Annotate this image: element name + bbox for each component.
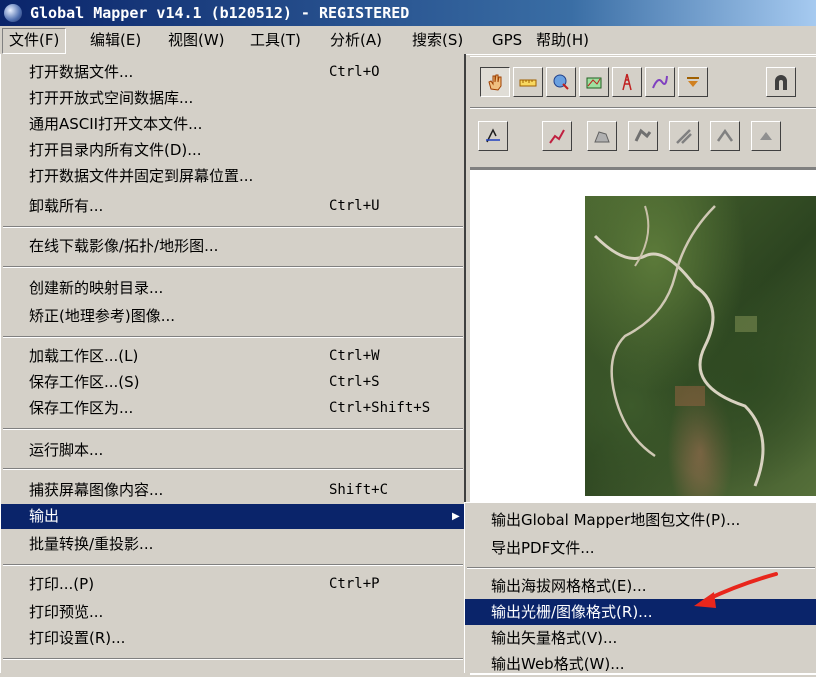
measure-ruler-icon[interactable] <box>513 67 543 97</box>
vertex-edit-icon[interactable] <box>478 121 508 151</box>
menu-print-setup[interactable]: 打印设置(R)... <box>1 626 465 651</box>
menu-file[interactable]: 文件(F) <box>2 28 67 54</box>
menu-gps[interactable]: GPS <box>486 28 528 52</box>
menu-unload-all[interactable]: 卸载所有... Ctrl+U <box>1 194 465 219</box>
menu-capture-screen[interactable]: 捕获屏幕图像内容... Shift+C <box>1 478 465 503</box>
move-icon[interactable] <box>751 121 781 151</box>
menu-save-workspace-as[interactable]: 保存工作区为... Ctrl+Shift+S <box>1 396 465 421</box>
menu-open-fixed-position[interactable]: 打开数据文件并固定到屏幕位置... <box>1 164 465 189</box>
menu-help[interactable]: 帮助(H) <box>530 28 595 52</box>
file-menu-dropdown: 打开数据文件... Ctrl+O 打开开放式空间数据库... 通用ASCII打开文… <box>0 54 466 673</box>
menu-batch-convert[interactable]: 批量转换/重投影... <box>1 532 465 557</box>
draw-area-icon[interactable] <box>587 121 617 151</box>
menu-separator <box>3 658 463 660</box>
draw-line-icon[interactable] <box>542 121 572 151</box>
menu-print[interactable]: 打印...(P) Ctrl+P <box>1 572 465 597</box>
submenu-arrow-icon: ▶ <box>452 511 460 522</box>
globe-icon <box>4 4 22 22</box>
menu-online-download[interactable]: 在线下载影像/拓扑/地形图... <box>1 234 465 259</box>
aerial-imagery <box>585 196 816 496</box>
submenu-export-pdf[interactable]: 导出PDF文件... <box>465 535 816 561</box>
menu-separator <box>3 226 463 228</box>
digitizer-icon[interactable] <box>579 67 609 97</box>
menu-create-catalog[interactable]: 创建新的映射目录... <box>1 276 465 301</box>
menu-separator <box>3 266 463 268</box>
submenu-export-vector[interactable]: 输出矢量格式(V)... <box>465 625 816 651</box>
window-title: Global Mapper v14.1 (b120512) - REGISTER… <box>30 4 410 22</box>
split-icon[interactable] <box>669 121 699 151</box>
menu-load-workspace[interactable]: 加载工作区...(L) Ctrl+W <box>1 344 465 369</box>
menu-run-script[interactable]: 运行脚本... <box>1 438 465 463</box>
feature-info-icon[interactable] <box>546 67 576 97</box>
menu-search[interactable]: 搜索(S) <box>406 28 469 52</box>
menu-rectify-image[interactable]: 矫正(地理参考)图像... <box>1 304 465 329</box>
toolbar-digitize <box>470 108 816 168</box>
menu-save-workspace[interactable]: 保存工作区...(S) Ctrl+S <box>1 370 465 395</box>
menu-bar: 文件(F) 编辑(E) 视图(W) 工具(T) 分析(A) 搜索(S) GPS … <box>0 26 816 55</box>
menu-open-ascii[interactable]: 通用ASCII打开文本文件... <box>1 112 465 137</box>
join-icon[interactable] <box>710 121 740 151</box>
menu-print-preview[interactable]: 打印预览... <box>1 600 465 625</box>
submenu-export-web[interactable]: 输出Web格式(W)... <box>465 651 816 677</box>
menu-edit[interactable]: 编辑(E) <box>84 28 147 52</box>
title-bar: Global Mapper v14.1 (b120512) - REGISTER… <box>0 0 816 26</box>
arch-icon[interactable] <box>766 67 796 97</box>
menu-open-directory[interactable]: 打开目录内所有文件(D)... <box>1 138 465 163</box>
menu-analysis[interactable]: 分析(A) <box>324 28 388 52</box>
menu-separator <box>3 564 463 566</box>
annotation-arrow-icon <box>694 572 778 608</box>
menu-tools[interactable]: 工具(T) <box>244 28 307 52</box>
menu-separator <box>3 428 463 430</box>
submenu-export-gmp[interactable]: 输出Global Mapper地图包文件(P)... <box>465 507 816 533</box>
dropdown-arrow-icon[interactable] <box>678 67 708 97</box>
pan-hand-icon[interactable] <box>480 67 510 97</box>
menu-separator <box>3 336 463 338</box>
menu-open-spatial-db[interactable]: 打开开放式空间数据库... <box>1 86 465 111</box>
menu-export[interactable]: 输出 ▶ <box>1 504 465 529</box>
tower-icon[interactable] <box>612 67 642 97</box>
path-profile-icon[interactable] <box>645 67 675 97</box>
menu-open-data-file[interactable]: 打开数据文件... Ctrl+O <box>1 60 465 85</box>
reshape-icon[interactable] <box>628 121 658 151</box>
menu-view[interactable]: 视图(W) <box>162 28 231 52</box>
menu-separator <box>3 468 463 470</box>
toolbar-main <box>470 56 816 108</box>
